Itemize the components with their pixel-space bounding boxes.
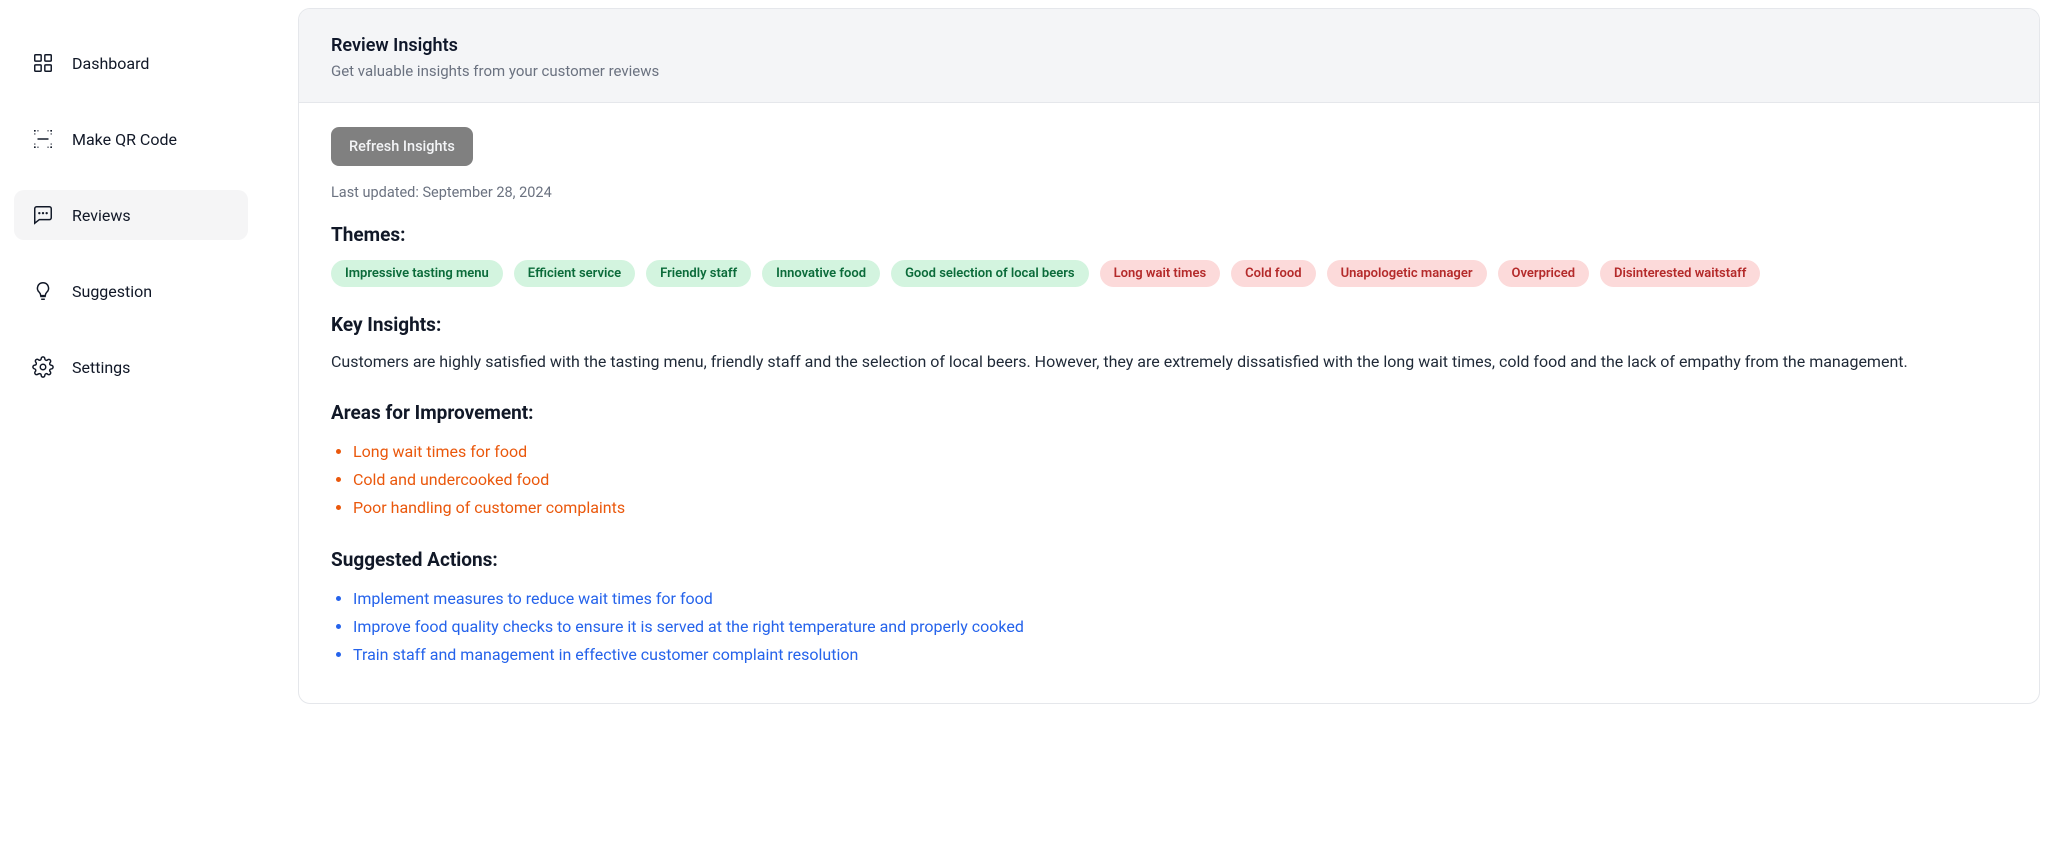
- list-item: Implement measures to reduce wait times …: [353, 585, 2007, 613]
- page-subtitle: Get valuable insights from your customer…: [331, 62, 2007, 80]
- areas-for-improvement-heading: Areas for Improvement:: [331, 401, 2007, 424]
- suggestion-icon: [32, 280, 54, 302]
- theme-chip-negative: Unapologetic manager: [1327, 260, 1487, 287]
- sidebar-item-label: Settings: [72, 358, 130, 377]
- sidebar-item-settings[interactable]: Settings: [14, 342, 248, 392]
- suggested-actions-heading: Suggested Actions:: [331, 548, 2007, 571]
- themes-heading: Themes:: [331, 223, 2007, 246]
- themes-row: Impressive tasting menu Efficient servic…: [331, 260, 2007, 287]
- sidebar-item-label: Reviews: [72, 206, 131, 225]
- list-item: Cold and undercooked food: [353, 466, 2007, 494]
- theme-chip-negative: Overpriced: [1498, 260, 1590, 287]
- sidebar: Dashboard Make QR Code Reviews Suggestio…: [0, 0, 262, 845]
- sidebar-item-label: Suggestion: [72, 282, 152, 301]
- review-insights-card: Review Insights Get valuable insights fr…: [298, 8, 2040, 704]
- theme-chip-positive: Efficient service: [514, 260, 635, 287]
- list-item: Long wait times for food: [353, 438, 2007, 466]
- sidebar-item-make-qr-code[interactable]: Make QR Code: [14, 114, 248, 164]
- theme-chip-negative: Disinterested waitstaff: [1600, 260, 1760, 287]
- page-title: Review Insights: [331, 35, 2007, 56]
- theme-chip-negative: Long wait times: [1100, 260, 1221, 287]
- main-content: Review Insights Get valuable insights fr…: [262, 0, 2048, 845]
- dashboard-icon: [32, 52, 54, 74]
- areas-for-improvement-list: Long wait times for food Cold and underc…: [331, 438, 2007, 522]
- list-item: Improve food quality checks to ensure it…: [353, 613, 2007, 641]
- theme-chip-positive: Impressive tasting menu: [331, 260, 503, 287]
- key-insights-heading: Key Insights:: [331, 313, 2007, 336]
- theme-chip-positive: Friendly staff: [646, 260, 751, 287]
- list-item: Train staff and management in effective …: [353, 641, 2007, 669]
- theme-chip-positive: Good selection of local beers: [891, 260, 1089, 287]
- key-insights-text: Customers are highly satisfied with the …: [331, 350, 2007, 375]
- theme-chip-negative: Cold food: [1231, 260, 1315, 287]
- list-item: Poor handling of customer complaints: [353, 494, 2007, 522]
- suggested-actions-list: Implement measures to reduce wait times …: [331, 585, 2007, 669]
- card-body: Refresh Insights Last updated: September…: [299, 103, 2039, 703]
- theme-chip-positive: Innovative food: [762, 260, 880, 287]
- card-header: Review Insights Get valuable insights fr…: [299, 9, 2039, 103]
- settings-icon: [32, 356, 54, 378]
- refresh-insights-button[interactable]: Refresh Insights: [331, 127, 473, 166]
- qr-code-icon: [32, 128, 54, 150]
- sidebar-item-label: Dashboard: [72, 54, 149, 73]
- last-updated-text: Last updated: September 28, 2024: [331, 184, 2007, 201]
- sidebar-item-reviews[interactable]: Reviews: [14, 190, 248, 240]
- sidebar-item-label: Make QR Code: [72, 130, 177, 149]
- sidebar-item-suggestion[interactable]: Suggestion: [14, 266, 248, 316]
- sidebar-item-dashboard[interactable]: Dashboard: [14, 38, 248, 88]
- reviews-icon: [32, 204, 54, 226]
